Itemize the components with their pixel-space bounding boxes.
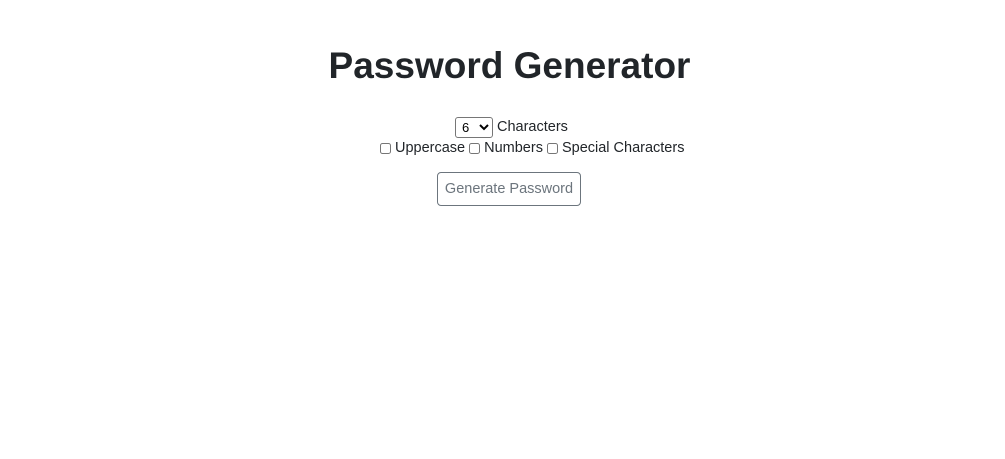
- page-title: Password Generator: [328, 45, 691, 86]
- uppercase-checkbox[interactable]: [380, 142, 391, 154]
- length-label: Characters: [497, 119, 568, 135]
- uppercase-label[interactable]: Uppercase: [395, 140, 465, 156]
- options-row: Uppercase Numbers Special Characters: [379, 139, 687, 157]
- numbers-checkbox[interactable]: [469, 142, 481, 154]
- numbers-label[interactable]: Numbers: [484, 140, 543, 156]
- generate-password-button[interactable]: Generate Password: [437, 172, 581, 206]
- password-generator-page: Password Generator 6 Characters Uppercas…: [0, 0, 1005, 459]
- special-characters-label[interactable]: Special Characters: [562, 140, 685, 156]
- length-row: 6 Characters: [455, 116, 568, 138]
- special-characters-checkbox[interactable]: [546, 142, 558, 154]
- length-select[interactable]: 6: [455, 116, 493, 138]
